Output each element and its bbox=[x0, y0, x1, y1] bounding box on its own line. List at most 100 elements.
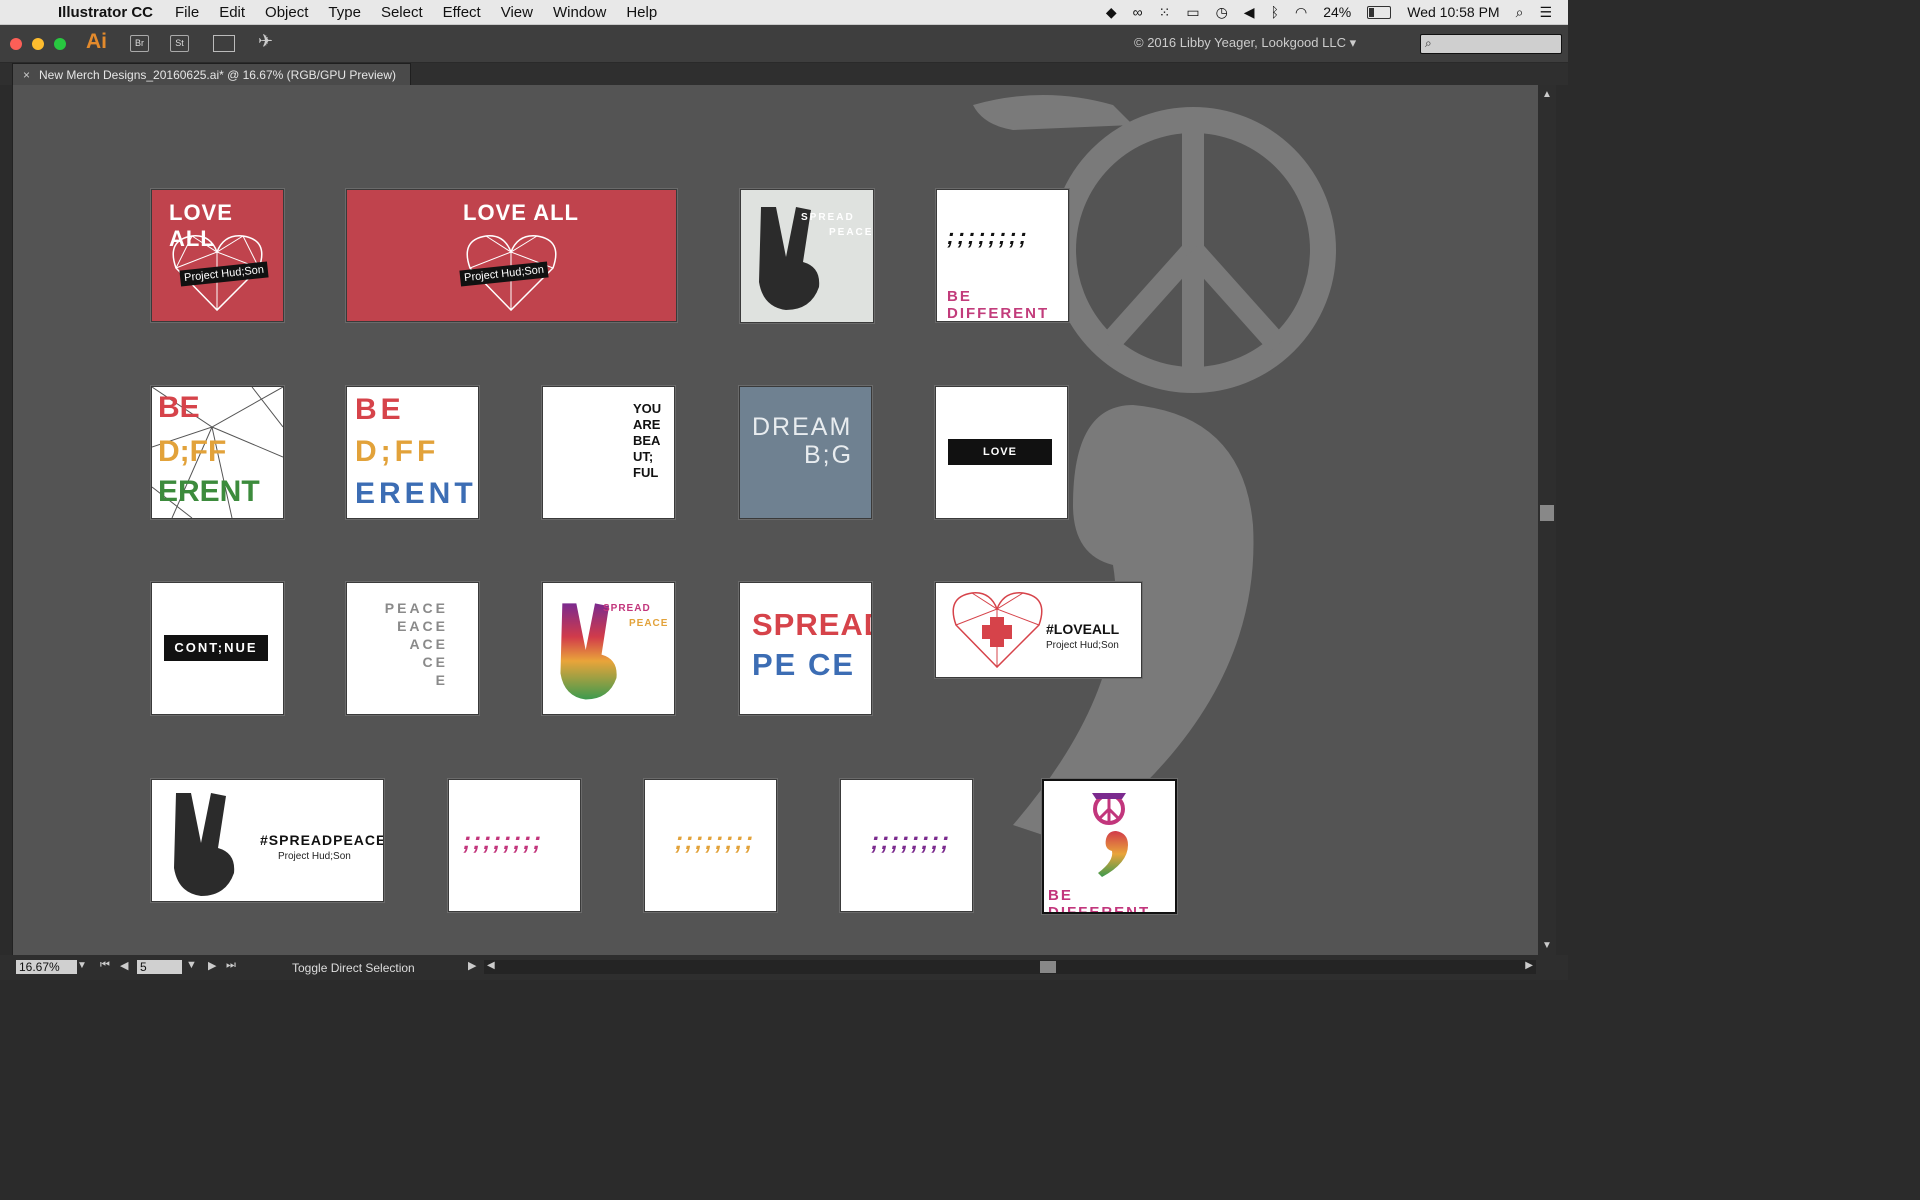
menu-type[interactable]: Type bbox=[328, 4, 361, 21]
previous-artboard-icon[interactable]: ◀ bbox=[120, 959, 128, 972]
peace-sign-icon bbox=[1092, 793, 1126, 825]
artboard-be-different-pattern[interactable]: BE D;FF ERENT bbox=[151, 386, 284, 519]
yab-line-1: YOU bbox=[633, 401, 662, 416]
artboard-number-field[interactable]: 5 bbox=[137, 960, 182, 974]
vertical-scrollbar[interactable]: ▲ ▼ bbox=[1538, 85, 1556, 955]
workspace-switcher[interactable]: © 2016 Libby Yeager, Lookgood LLC ▾ bbox=[1134, 35, 1356, 51]
zoom-dropdown-icon[interactable]: ▼ bbox=[77, 960, 87, 974]
artboard-spread-peace-hand[interactable]: SPREAD PEACE bbox=[740, 189, 874, 323]
menu-file[interactable]: File bbox=[175, 4, 199, 21]
app-menu[interactable]: Illustrator CC bbox=[58, 4, 153, 21]
artboard-loveall-wide[interactable]: LOVE ALL Project Hud;Son bbox=[346, 189, 677, 322]
document-tab-row: × New Merch Designs_20160625.ai* @ 16.67… bbox=[0, 63, 1568, 86]
gpu-performance-icon[interactable]: ✈ bbox=[258, 31, 273, 52]
artboard-spread-peace-rainbow[interactable]: SPREAD PEACE bbox=[542, 582, 675, 715]
search-input[interactable]: ⌕ bbox=[1420, 34, 1562, 54]
battery-percent[interactable]: 24% bbox=[1323, 4, 1351, 20]
minimize-window-button[interactable] bbox=[32, 38, 44, 50]
spread-text: SPREAD bbox=[603, 603, 651, 614]
yab-line-5: FUL bbox=[633, 465, 659, 480]
close-window-button[interactable] bbox=[10, 38, 22, 50]
artboard-be-different-final[interactable]: BE DIFFERENT bbox=[1042, 779, 1177, 914]
yab-line-2: ARE bbox=[633, 417, 661, 432]
yab-line-3: BEA bbox=[633, 433, 661, 448]
stock-button[interactable]: St bbox=[170, 35, 189, 52]
menu-bar: Illustrator CC File Edit Object Type Sel… bbox=[0, 0, 1568, 25]
menu-view[interactable]: View bbox=[501, 4, 533, 21]
peace-line-5: E bbox=[435, 672, 448, 688]
semicolon-tail-icon bbox=[1098, 831, 1128, 877]
close-tab-icon[interactable]: × bbox=[23, 64, 30, 86]
artboard-be-different-semicolons[interactable]: ;;;;;;;; BE DIFFERENT bbox=[936, 189, 1069, 322]
artboard-be-different-stacked[interactable]: BE D;FF ERENT bbox=[346, 386, 479, 519]
last-artboard-icon[interactable]: ⏭ bbox=[226, 959, 236, 972]
artboard-semicolons-1[interactable]: ;;;;;;;; bbox=[448, 779, 581, 912]
menu-select[interactable]: Select bbox=[381, 4, 423, 21]
zoom-level-field[interactable]: 16.67% bbox=[16, 960, 77, 974]
document-tab[interactable]: × New Merch Designs_20160625.ai* @ 16.67… bbox=[12, 63, 411, 86]
artboard-loveall-square[interactable]: LOVE ALL Project Hud;Son bbox=[151, 189, 284, 322]
bluetooth-icon[interactable]: ᛒ bbox=[1271, 4, 1279, 20]
menu-help[interactable]: Help bbox=[626, 4, 657, 21]
menu-object[interactable]: Object bbox=[265, 4, 308, 21]
scroll-left-icon[interactable]: ◀ bbox=[487, 960, 495, 971]
status-menu-icon[interactable]: ▶ bbox=[468, 959, 476, 972]
airplay-icon[interactable]: ▭ bbox=[1186, 4, 1199, 21]
artboard-spreadpeace-hashtag[interactable]: #SPREADPEACE Project Hud;Son bbox=[151, 779, 384, 902]
menu-effect[interactable]: Effect bbox=[443, 4, 481, 21]
notification-center-icon[interactable]: ☰ bbox=[1539, 4, 1552, 21]
scroll-up-icon[interactable]: ▲ bbox=[1542, 89, 1552, 100]
horizontal-scrollbar[interactable]: ◀ ▶ bbox=[484, 960, 1536, 974]
spread-big-text: SPREAD bbox=[752, 607, 871, 642]
application-bar: Ai Br St ✈ © 2016 Libby Yeager, Lookgood… bbox=[0, 25, 1568, 63]
horizontal-scroll-thumb[interactable] bbox=[1040, 961, 1056, 973]
semicolons-row: ;;;;;;;; bbox=[463, 828, 543, 855]
peace-text: PEACE bbox=[829, 227, 874, 238]
scroll-right-icon[interactable]: ▶ bbox=[1525, 960, 1533, 971]
volume-icon[interactable]: ◀ bbox=[1244, 4, 1255, 21]
big-text: B;G bbox=[804, 441, 854, 469]
artboard-semicolons-2[interactable]: ;;;;;;;; bbox=[644, 779, 777, 912]
wifi-icon[interactable]: ◠ bbox=[1295, 4, 1307, 21]
erent-text: ERENT bbox=[355, 477, 477, 510]
love-yourself-text: LOVE YOURSELF bbox=[948, 439, 1052, 484]
document-tab-title: New Merch Designs_20160625.ai* @ 16.67% … bbox=[39, 68, 397, 82]
menu-edit[interactable]: Edit bbox=[219, 4, 245, 21]
status-text[interactable]: Toggle Direct Selection bbox=[292, 961, 415, 975]
spread-text: SPREAD bbox=[801, 212, 855, 223]
dots-icon[interactable]: ⁙ bbox=[1159, 4, 1171, 21]
creative-cloud-icon[interactable]: ∞ bbox=[1133, 4, 1143, 20]
scroll-down-icon[interactable]: ▼ bbox=[1542, 940, 1552, 951]
search-icon: ⌕ bbox=[1425, 36, 1432, 50]
artboard-semicolons-3[interactable]: ;;;;;;;; bbox=[840, 779, 973, 912]
peace-fading-text: PEACE EACE ACE CE E bbox=[385, 599, 448, 689]
dropbox-icon[interactable]: ◆ bbox=[1106, 4, 1117, 21]
dream-text: DREAM bbox=[752, 413, 853, 441]
artboard-you-are-beautiful[interactable]: YOU ARE BEA UT; FUL bbox=[542, 386, 675, 519]
peace-line-4: CE bbox=[422, 654, 448, 670]
spotlight-icon[interactable]: ⌕ bbox=[1516, 4, 1524, 21]
semicolons-row: ;;;;;;;; bbox=[871, 828, 951, 855]
clock[interactable]: Wed 10:58 PM bbox=[1407, 4, 1499, 20]
diff-text: D;FF bbox=[158, 435, 227, 468]
zoom-window-button[interactable] bbox=[54, 38, 66, 50]
menu-window[interactable]: Window bbox=[553, 4, 606, 21]
time-machine-icon[interactable]: ◷ bbox=[1216, 4, 1228, 21]
next-artboard-icon[interactable]: ▶ bbox=[208, 959, 216, 972]
status-bar: 16.67% ▼ ⏮ ◀ 5 ▼ ▶ ⏭ Toggle Direct Selec… bbox=[0, 955, 1568, 980]
bridge-button[interactable]: Br bbox=[130, 35, 149, 52]
vertical-scroll-thumb[interactable] bbox=[1540, 505, 1554, 521]
artboard-dropdown-icon[interactable]: ▼ bbox=[186, 959, 197, 971]
you-are-beautiful-text: YOU ARE BEA UT; FUL bbox=[633, 401, 661, 481]
battery-icon[interactable] bbox=[1367, 5, 1392, 19]
artboard-peace-fading[interactable]: PEACE EACE ACE CE E bbox=[346, 582, 479, 715]
artboard-dream-big[interactable]: DREAM B;G bbox=[739, 386, 872, 519]
artboard-spread-peace-big[interactable]: SPREAD PE CE bbox=[739, 582, 872, 715]
artboard-continue[interactable]: CONT;NUE bbox=[151, 582, 284, 715]
artboard-loveall-hashtag[interactable]: #LOVEALL Project Hud;Son bbox=[935, 582, 1142, 678]
first-artboard-icon[interactable]: ⏮ bbox=[100, 959, 110, 972]
artboard-canvas[interactable]: LOVE ALL Project Hud;Son LOVE ALL Projec… bbox=[12, 85, 1539, 955]
project-hudson-label: Project Hud;Son bbox=[1046, 640, 1119, 651]
arrange-documents-icon[interactable] bbox=[213, 35, 235, 52]
artboard-love-yourself[interactable]: LOVE YOURSELF bbox=[935, 386, 1068, 519]
